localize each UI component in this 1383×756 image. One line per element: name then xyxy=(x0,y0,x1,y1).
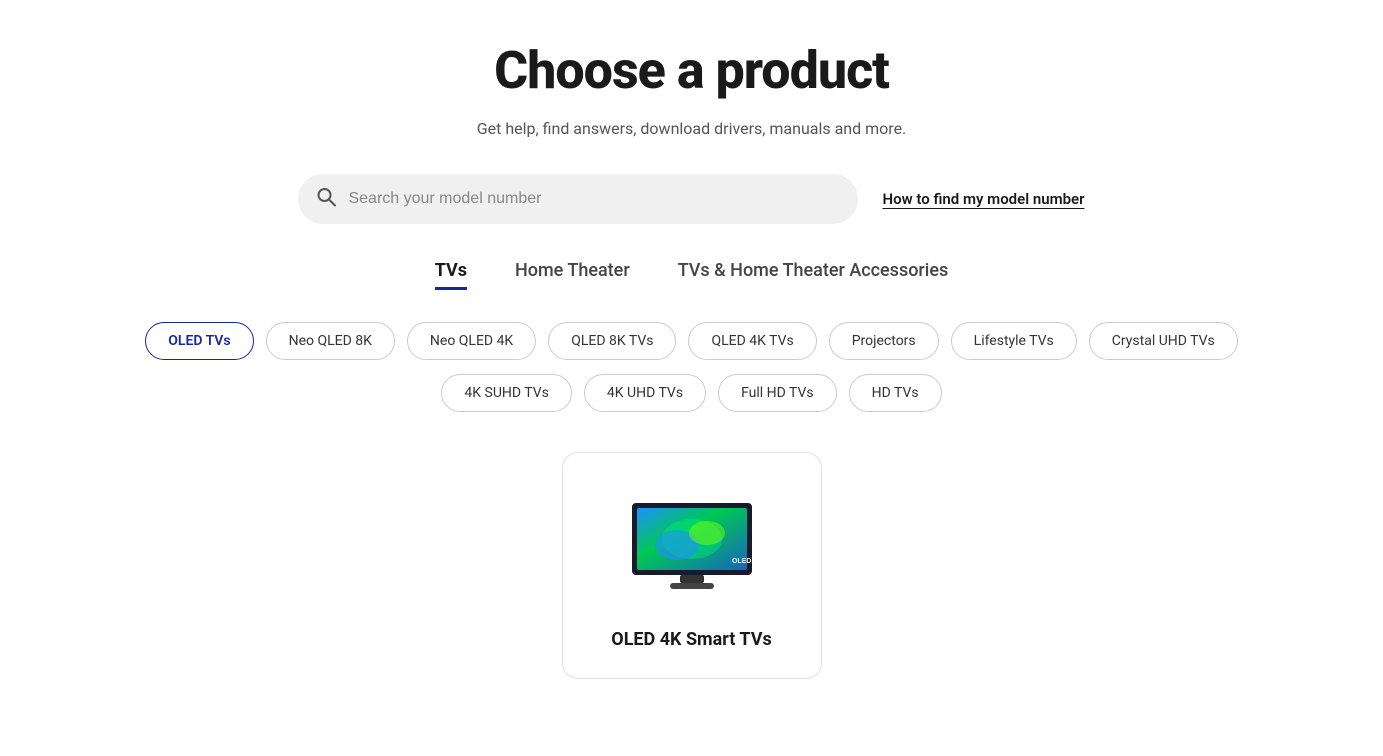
product-card-oled[interactable]: OLED OLED 4K Smart TVs xyxy=(562,452,822,679)
product-image-area: OLED xyxy=(612,485,772,605)
search-input[interactable] xyxy=(298,174,858,224)
filter-row-1: OLED TVs Neo QLED 8K Neo QLED 4K QLED 8K… xyxy=(145,322,1238,360)
search-icon xyxy=(316,187,336,212)
tab-home-theater[interactable]: Home Theater xyxy=(515,260,630,290)
filter-chip-projectors[interactable]: Projectors xyxy=(829,322,939,360)
find-model-link[interactable]: How to find my model number xyxy=(882,190,1084,208)
filter-chip-4k-suhd[interactable]: 4K SUHD TVs xyxy=(441,374,572,412)
filter-chip-4k-uhd[interactable]: 4K UHD TVs xyxy=(584,374,706,412)
tab-accessories[interactable]: TVs & Home Theater Accessories xyxy=(678,260,949,290)
filter-chip-hd-tvs[interactable]: HD TVs xyxy=(849,374,942,412)
filter-chip-lifestyle-tvs[interactable]: Lifestyle TVs xyxy=(951,322,1077,360)
tabs-row: TVs Home Theater TVs & Home Theater Acce… xyxy=(435,260,949,290)
filter-row-2: 4K SUHD TVs 4K UHD TVs Full HD TVs HD TV… xyxy=(441,374,941,412)
page-wrapper: Choose a product Get help, find answers,… xyxy=(0,0,1383,679)
filter-chip-full-hd[interactable]: Full HD TVs xyxy=(718,374,837,412)
tv-image: OLED xyxy=(622,495,762,595)
filter-chip-qled-8k[interactable]: QLED 8K TVs xyxy=(548,322,676,360)
tab-tvs[interactable]: TVs xyxy=(435,260,467,290)
filter-chip-oled-tvs[interactable]: OLED TVs xyxy=(145,322,253,360)
search-row: How to find my model number xyxy=(242,174,1142,224)
product-card-title: OLED 4K Smart TVs xyxy=(611,629,771,650)
search-container xyxy=(298,174,858,224)
filter-chip-qled-4k[interactable]: QLED 4K TVs xyxy=(688,322,816,360)
page-title: Choose a product xyxy=(494,40,889,101)
filter-chip-neo-qled-8k[interactable]: Neo QLED 8K xyxy=(266,322,395,360)
filter-chip-neo-qled-4k[interactable]: Neo QLED 4K xyxy=(407,322,536,360)
svg-text:OLED: OLED xyxy=(732,558,751,565)
page-subtitle: Get help, find answers, download drivers… xyxy=(477,119,907,138)
filter-chip-crystal-uhd[interactable]: Crystal UHD TVs xyxy=(1089,322,1238,360)
